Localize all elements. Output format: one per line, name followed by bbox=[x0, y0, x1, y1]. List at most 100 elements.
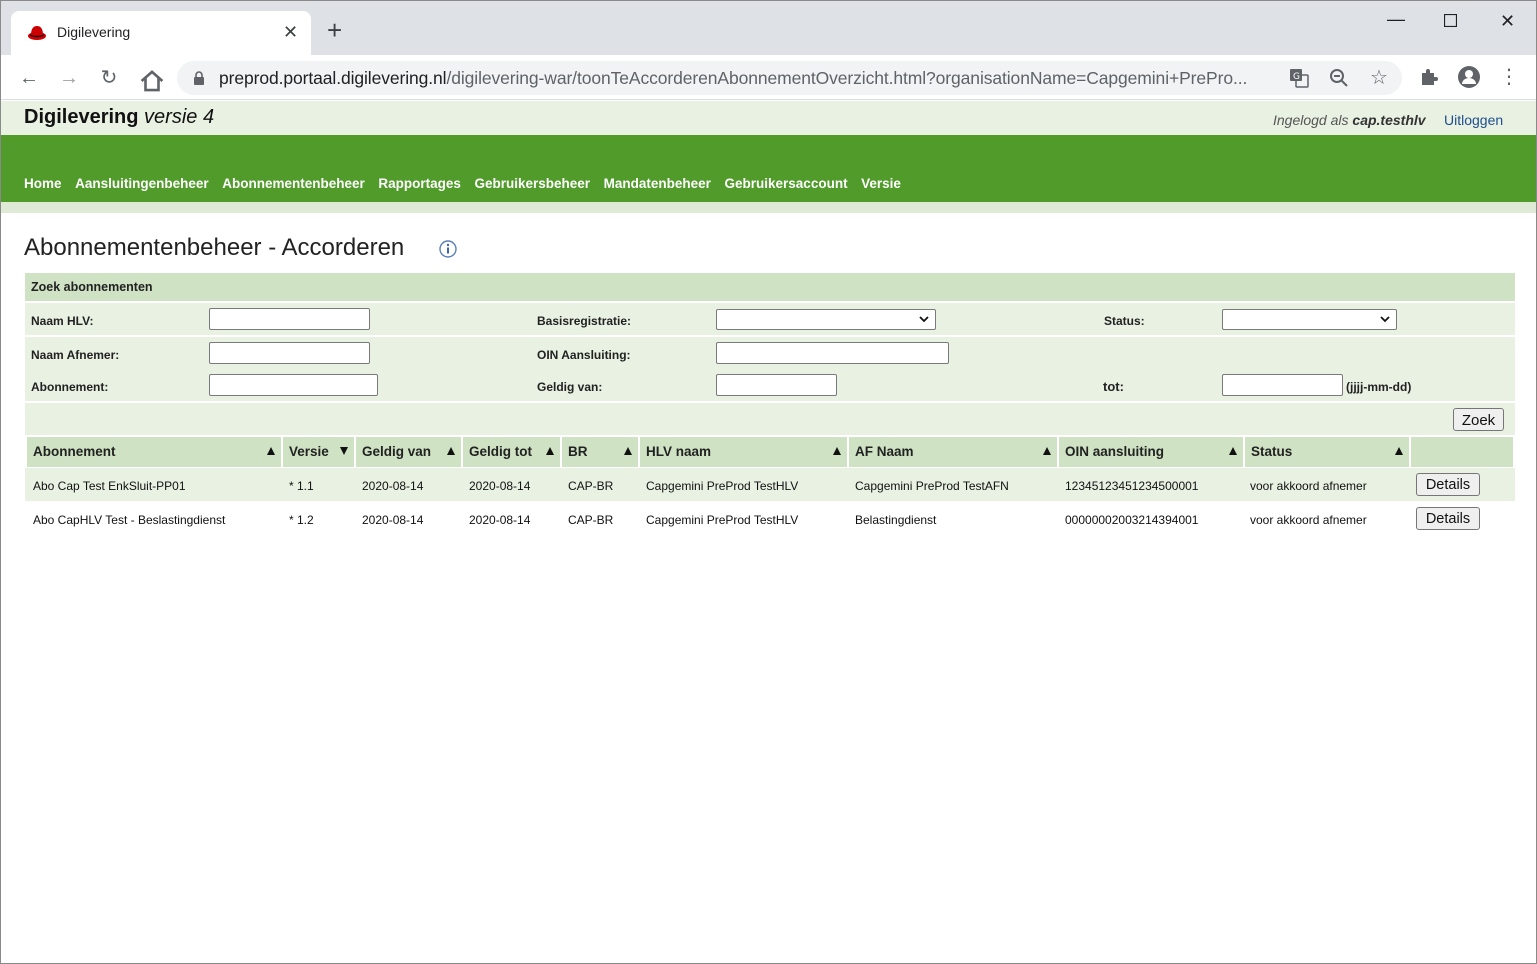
cell-status: voor akkoord afnemer bbox=[1250, 479, 1367, 493]
cell-geldig-tot: 2020-08-14 bbox=[469, 513, 531, 527]
col-header-hlv-naam[interactable]: HLV naam bbox=[640, 437, 849, 467]
naam-hlv-label: Naam HLV: bbox=[31, 314, 94, 328]
logged-in-prefix: Ingelogd als bbox=[1273, 112, 1349, 128]
close-window-icon[interactable]: ✕ bbox=[1500, 11, 1515, 31]
col-header-status[interactable]: Status bbox=[1245, 437, 1411, 467]
sort-asc-icon bbox=[447, 447, 455, 455]
divider bbox=[25, 301, 1515, 303]
cell-hlv-naam: Capgemini PreProd TestHLV bbox=[646, 479, 799, 493]
cell-af-naam: Capgemini PreProd TestAFN bbox=[855, 479, 1009, 493]
geldig-van-input[interactable] bbox=[716, 374, 837, 396]
zoek-button[interactable]: Zoek bbox=[1453, 408, 1504, 431]
sort-desc-icon bbox=[340, 447, 348, 455]
chevron-down-icon bbox=[919, 316, 929, 323]
naam-afnemer-input[interactable] bbox=[209, 342, 370, 364]
col-header-label: Geldig van bbox=[362, 444, 432, 459]
nav-abonnementenbeheer[interactable]: Abonnementenbeheer bbox=[222, 176, 365, 191]
nav-rapportages[interactable]: Rapportages bbox=[378, 176, 461, 191]
zoom-out-icon[interactable] bbox=[1329, 68, 1349, 88]
browser-titlebar: Digilevering ✕ + — ✕ bbox=[1, 1, 1536, 55]
url-text: preprod.portaal.digilevering.nl/digileve… bbox=[219, 68, 1269, 89]
logout-link[interactable]: Uitloggen bbox=[1444, 112, 1503, 128]
cell-oin: 12345123451234500001 bbox=[1065, 479, 1199, 493]
cell-af-naam: Belastingdienst bbox=[855, 513, 937, 527]
chevron-down-icon bbox=[1380, 316, 1390, 323]
cell-versie: * 1.1 bbox=[289, 479, 314, 493]
cell-hlv-naam: Capgemini PreProd TestHLV bbox=[646, 513, 799, 527]
info-icon[interactable] bbox=[439, 240, 457, 258]
details-button[interactable]: Details bbox=[1416, 507, 1480, 530]
sort-asc-icon bbox=[1229, 447, 1237, 455]
login-info: Ingelogd als cap.testhlv bbox=[1273, 112, 1426, 128]
translate-icon[interactable]: G bbox=[1289, 68, 1309, 88]
col-header-versie[interactable]: Versie bbox=[283, 437, 356, 467]
nav-gebruikersbeheer[interactable]: Gebruikersbeheer bbox=[474, 176, 590, 191]
username: cap.testhlv bbox=[1352, 112, 1426, 128]
naam-hlv-input[interactable] bbox=[209, 308, 370, 330]
details-button[interactable]: Details bbox=[1416, 473, 1480, 496]
nav-home[interactable]: Home bbox=[24, 176, 62, 191]
profile-avatar-icon[interactable] bbox=[1457, 65, 1481, 89]
col-header-label: HLV naam bbox=[646, 444, 712, 459]
forward-icon[interactable]: → bbox=[56, 65, 82, 91]
back-icon[interactable]: ← bbox=[16, 65, 42, 91]
cell-abonnement: Abo CapHLV Test - Beslastingdienst bbox=[33, 513, 226, 527]
search-panel: Zoek abonnementen Naam HLV: Basisregistr… bbox=[25, 273, 1515, 435]
col-header-af-naam[interactable]: AF Naam bbox=[849, 437, 1059, 467]
cell-br: CAP-BR bbox=[568, 513, 614, 527]
basisregistratie-select[interactable] bbox=[716, 309, 936, 330]
abonnement-input[interactable] bbox=[209, 374, 378, 396]
sort-asc-icon bbox=[624, 447, 632, 455]
oin-aansluiting-input[interactable] bbox=[716, 342, 949, 364]
address-bar[interactable]: preprod.portaal.digilevering.nl/digileve… bbox=[177, 61, 1402, 95]
browser-tab[interactable]: Digilevering ✕ bbox=[11, 11, 311, 55]
divider bbox=[25, 335, 1515, 337]
browser-toolbar: ← → ↻ preprod.portaal.digilevering.nl/di… bbox=[1, 55, 1536, 100]
sort-asc-icon bbox=[1395, 447, 1403, 455]
col-header-oin-aansluiting[interactable]: OIN aansluiting bbox=[1059, 437, 1245, 467]
maximize-icon[interactable] bbox=[1444, 14, 1457, 27]
extensions-icon[interactable] bbox=[1418, 65, 1442, 89]
col-header-label: Geldig tot bbox=[469, 444, 532, 459]
nav-aansluitingenbeheer[interactable]: Aansluitingenbeheer bbox=[75, 176, 209, 191]
brand-name: Digilevering bbox=[24, 106, 139, 128]
status-select[interactable] bbox=[1222, 309, 1397, 330]
col-header-label: Abonnement bbox=[33, 444, 116, 459]
nav-gebruikersaccount[interactable]: Gebruikersaccount bbox=[725, 176, 848, 191]
close-tab-icon[interactable]: ✕ bbox=[283, 21, 298, 43]
reload-icon[interactable]: ↻ bbox=[96, 65, 122, 91]
new-tab-icon[interactable]: + bbox=[327, 17, 342, 43]
redhat-favicon-icon bbox=[28, 26, 46, 40]
geldig-van-label: Geldig van: bbox=[537, 380, 603, 394]
cell-status: voor akkoord afnemer bbox=[1250, 513, 1367, 527]
cell-br: CAP-BR bbox=[568, 479, 614, 493]
brand-title: Digilevering versie 4 bbox=[24, 106, 214, 129]
col-header-abonnement[interactable]: Abonnement bbox=[27, 437, 283, 467]
table-row: Abo Cap Test EnkSluit-PP01 * 1.1 2020-08… bbox=[25, 468, 1515, 501]
bookmark-star-icon[interactable]: ☆ bbox=[1369, 68, 1389, 88]
geldig-tot-input[interactable] bbox=[1222, 374, 1343, 396]
search-heading: Zoek abonnementen bbox=[31, 280, 153, 294]
main-navigation: Home Aansluitingenbeheer Abonnementenbeh… bbox=[1, 135, 1536, 202]
brand-version: versie 4 bbox=[144, 106, 215, 128]
page-title: Abonnementenbeheer - Accorderen bbox=[24, 234, 405, 261]
col-header-br[interactable]: BR bbox=[562, 437, 640, 467]
menu-kebab-icon[interactable]: ⋮ bbox=[1497, 65, 1521, 89]
date-format-hint: (jjjj-mm-dd) bbox=[1346, 380, 1412, 394]
col-header-label: Status bbox=[1251, 444, 1293, 459]
col-header-geldig-van[interactable]: Geldig van bbox=[356, 437, 463, 467]
minimize-icon[interactable]: — bbox=[1387, 9, 1405, 29]
col-header-label: AF Naam bbox=[855, 444, 914, 459]
sort-asc-icon bbox=[267, 447, 275, 455]
col-header-geldig-tot[interactable]: Geldig tot bbox=[463, 437, 562, 467]
tab-title: Digilevering bbox=[57, 24, 131, 40]
nav-versie[interactable]: Versie bbox=[861, 176, 901, 191]
sort-asc-icon bbox=[546, 447, 554, 455]
nav-divider bbox=[1, 202, 1536, 213]
nav-mandatenbeheer[interactable]: Mandatenbeheer bbox=[604, 176, 711, 191]
app-header: Digilevering versie 4 Ingelogd als cap.t… bbox=[1, 101, 1536, 135]
home-icon[interactable] bbox=[139, 68, 165, 94]
cell-versie: * 1.2 bbox=[289, 513, 314, 527]
col-header-label: Versie bbox=[289, 444, 329, 459]
tot-label: tot: bbox=[1103, 379, 1124, 394]
